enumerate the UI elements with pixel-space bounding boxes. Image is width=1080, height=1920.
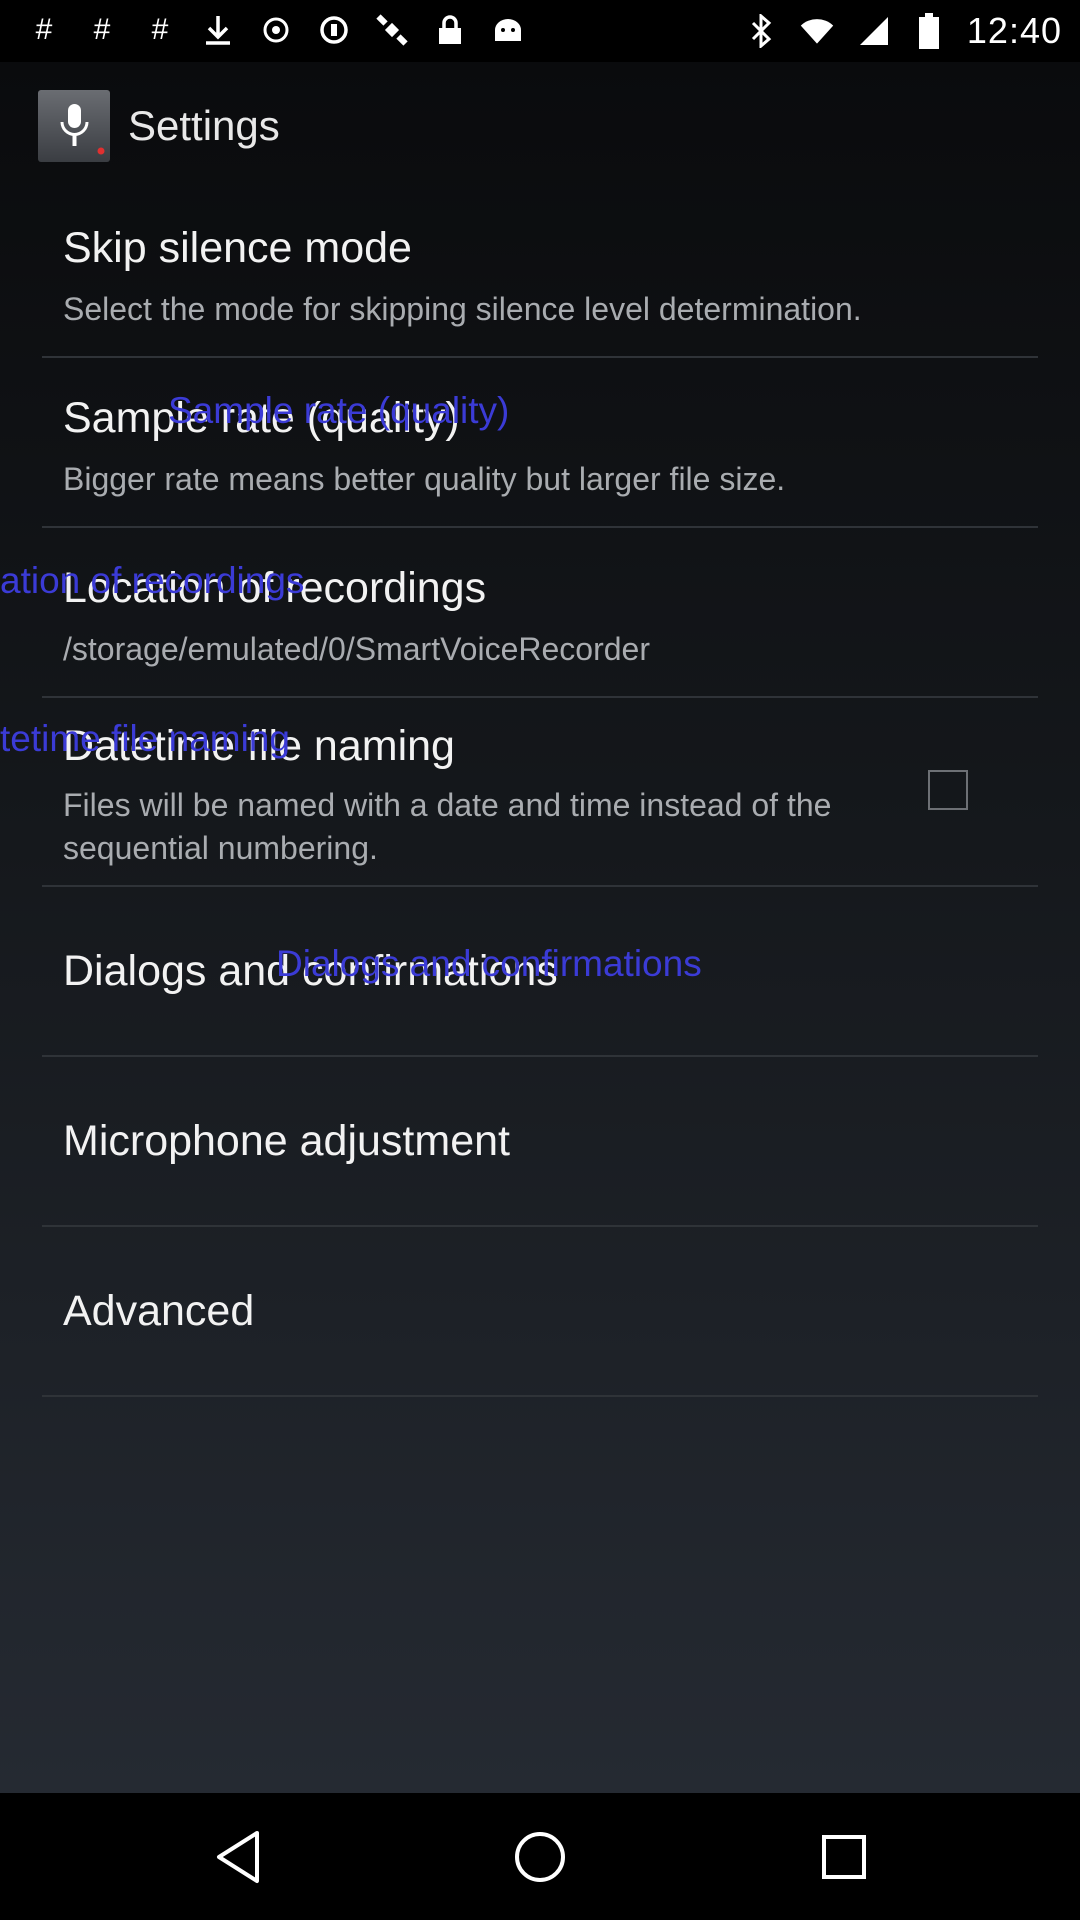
- download-icon: [200, 12, 236, 48]
- hash-icon: #: [35, 13, 53, 46]
- sync-icon: [316, 12, 352, 48]
- media-icon: [258, 12, 294, 48]
- overlay-label: ation of recordings: [0, 560, 305, 601]
- page-title: Settings: [128, 102, 280, 149]
- microphone-icon[interactable]: [38, 90, 110, 162]
- pref-title: Advanced: [63, 1287, 255, 1335]
- preference-list: Skip silence mode Select the mode for sk…: [0, 190, 1080, 1397]
- pref-dialogs-and-confirmations[interactable]: Dialogs and confirmations Dialogs and co…: [0, 887, 1080, 1057]
- pref-summary: Bigger rate means better quality but lar…: [63, 461, 786, 497]
- pref-microphone-adjustment[interactable]: Microphone adjustment: [0, 1057, 1080, 1227]
- android-icon: [490, 12, 526, 48]
- pref-location-of-recordings[interactable]: Location of recordings ation of recordin…: [0, 528, 1080, 698]
- status-bar: # # # 12:40: [0, 0, 1080, 62]
- overlay-label: tetime file naming: [0, 718, 290, 759]
- signal-icon: [855, 13, 891, 49]
- overlay-label: Dialogs and confirmations: [276, 943, 702, 984]
- action-bar: Settings: [0, 62, 1080, 190]
- pref-summary: Files will be named with a date and time…: [63, 787, 832, 866]
- overlay-label: Sample rate (quality): [168, 390, 510, 431]
- pref-summary: /storage/emulated/0/SmartVoiceRecorder: [63, 631, 650, 667]
- divider: [42, 1395, 1038, 1397]
- lock-icon: [432, 12, 468, 48]
- hash-icon: #: [151, 13, 169, 46]
- pref-advanced[interactable]: Advanced: [0, 1227, 1080, 1397]
- pref-skip-silence-mode[interactable]: Skip silence mode Select the mode for sk…: [0, 190, 1080, 358]
- pref-title: Skip silence mode: [63, 224, 412, 272]
- pref-title: Microphone adjustment: [63, 1117, 510, 1165]
- recents-icon[interactable]: [808, 1821, 880, 1893]
- navigation-bar: [0, 1793, 1080, 1920]
- hash-icon: #: [93, 13, 111, 46]
- system-icons: 12:40: [743, 10, 1062, 52]
- satellite-icon: [374, 12, 410, 48]
- pref-sample-rate[interactable]: Sample rate (quality) Sample rate (quali…: [0, 358, 1080, 528]
- wifi-icon: [799, 13, 835, 49]
- home-icon[interactable]: [504, 1821, 576, 1893]
- pref-summary: Select the mode for skipping silence lev…: [63, 291, 862, 327]
- datetime-naming-checkbox[interactable]: [928, 770, 968, 810]
- clock-time: 12:40: [966, 10, 1062, 51]
- battery-icon: [911, 13, 947, 49]
- bluetooth-icon: [743, 13, 779, 49]
- back-icon[interactable]: [202, 1821, 274, 1893]
- pref-datetime-file-naming[interactable]: Datetime file naming tetime file naming …: [0, 698, 1080, 887]
- settings-screen: Settings Skip silence mode Select the mo…: [0, 62, 1080, 1793]
- notification-icons: # # #: [26, 12, 526, 48]
